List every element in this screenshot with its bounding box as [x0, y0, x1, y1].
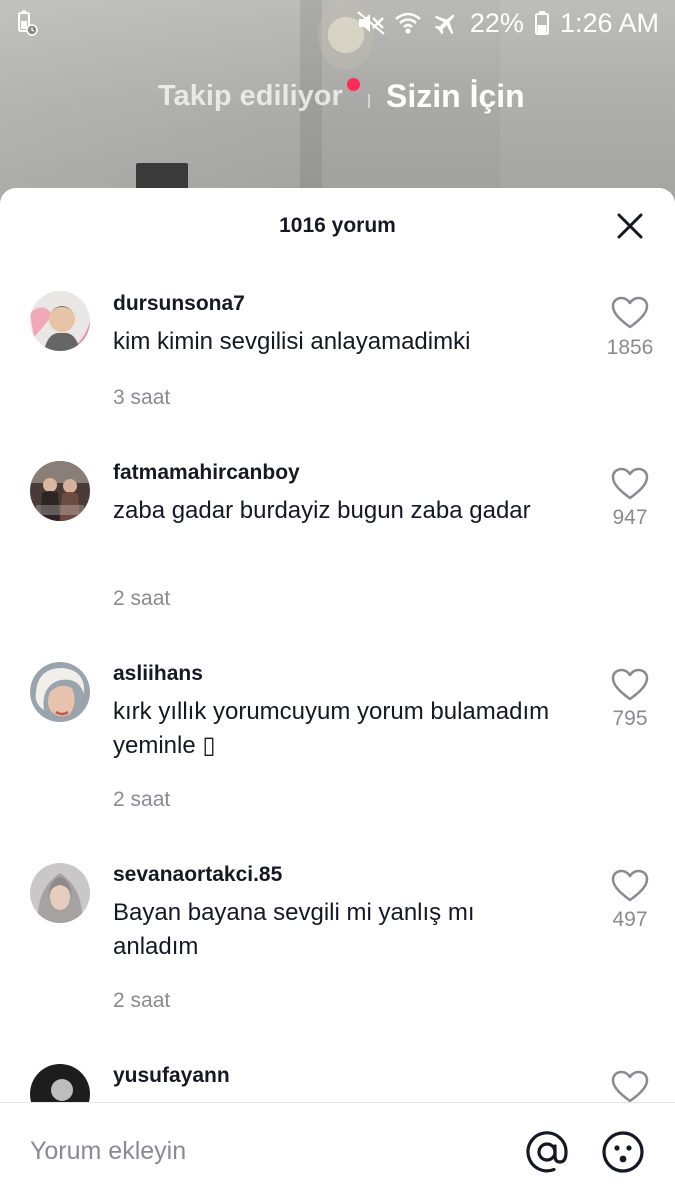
comment-text: kırk yıllık yorumcuyum yorum bulamadım y… [113, 698, 550, 759]
comment-count: 1016 yorum [279, 214, 396, 237]
like-button[interactable] [611, 869, 649, 903]
status-icons: 22% 1:26 AM [356, 6, 659, 40]
like-button[interactable] [611, 467, 649, 501]
tab-for-you[interactable]: Sizin İçin [386, 78, 525, 115]
wifi-icon [394, 10, 422, 36]
comment-username[interactable]: sevanaortakci.85 [113, 863, 282, 887]
comment-text: kim kimin sevgilisi anlayamadimki [113, 328, 471, 355]
avatar[interactable] [30, 863, 90, 923]
heart-icon [611, 467, 649, 500]
comment-input-bar [0, 1102, 675, 1200]
comments-header: 1016 yorum [0, 188, 675, 264]
comment-time: 2 saat [113, 989, 171, 1012]
close-icon [617, 213, 643, 239]
like-count: 497 [612, 908, 648, 931]
emoji-icon [602, 1131, 644, 1173]
mention-button[interactable] [524, 1129, 570, 1175]
status-bar: 22% 1:26 AM [0, 0, 675, 46]
silent-icon [356, 10, 385, 36]
at-icon [526, 1131, 568, 1173]
tab-divider [368, 94, 370, 108]
tab-following[interactable]: Takip ediliyor [158, 80, 343, 113]
feed-tabs: Takip ediliyor Sizin İçin [0, 76, 675, 122]
like-button[interactable] [611, 296, 649, 330]
comments-sheet: 1016 yorum dursunsona7 kim kimin sevgili… [0, 188, 675, 1200]
comment-time: 2 saat [113, 587, 171, 610]
clock: 1:26 AM [559, 7, 659, 38]
comment-username[interactable]: fatmamahircanboy [113, 461, 300, 485]
emoji-button[interactable] [600, 1129, 646, 1175]
avatar[interactable] [30, 461, 90, 521]
avatar[interactable] [30, 662, 90, 722]
heart-icon [611, 869, 649, 902]
avatar[interactable] [30, 291, 90, 351]
comment-time: 3 saat [113, 386, 171, 409]
like-button[interactable] [611, 1070, 649, 1104]
comment-username[interactable]: asliihans [113, 662, 203, 686]
heart-icon [611, 1070, 649, 1103]
battery-percent: 22% [469, 7, 524, 38]
close-button[interactable] [612, 208, 648, 244]
battery-saver-icon [16, 10, 38, 36]
battery-icon [534, 10, 550, 36]
comment-text: Bayan bayana sevgili mi yanlış mı anladı… [113, 899, 475, 960]
heart-icon [611, 668, 649, 701]
comment-username[interactable]: yusufayann [113, 1064, 230, 1088]
comment-time: 2 saat [113, 788, 171, 811]
airplane-mode-icon [432, 10, 460, 36]
heart-icon [611, 296, 649, 329]
like-count: 947 [612, 506, 648, 529]
like-button[interactable] [611, 668, 649, 702]
notification-dot [347, 78, 360, 91]
like-count: 795 [612, 707, 648, 730]
comment-text: zaba gadar burdayiz bugun zaba gadar [113, 497, 531, 524]
like-count: 1856 [606, 336, 654, 359]
comment-input[interactable] [30, 1131, 490, 1171]
comment-username[interactable]: dursunsona7 [113, 292, 245, 316]
